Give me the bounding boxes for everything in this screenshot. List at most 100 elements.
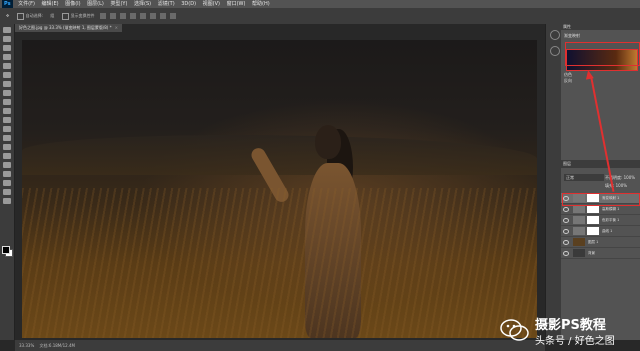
auto-select-target-dropdown[interactable]: 组	[50, 8, 54, 24]
visibility-eye-icon[interactable]	[563, 240, 569, 245]
align-top-icon[interactable]	[99, 13, 106, 19]
crop-tool-icon[interactable]	[3, 63, 11, 69]
visibility-eye-icon[interactable]	[563, 229, 569, 234]
move-tool-icon[interactable]	[3, 27, 11, 33]
clone-stamp-tool-icon[interactable]	[3, 99, 11, 105]
adjustment-thumb-icon	[573, 227, 585, 235]
close-tab-icon[interactable]: ×	[115, 25, 118, 30]
status-bar: 33.33% 文档:6.18M/12.4M	[15, 340, 545, 351]
menu-edit[interactable]: 编辑(E)	[42, 0, 59, 8]
canvas-area	[15, 32, 545, 340]
background-hill	[22, 135, 537, 175]
menu-window[interactable]: 窗口(W)	[227, 0, 246, 8]
align-center-icon[interactable]	[139, 13, 146, 19]
watermark-subtitle: 头条号 / 好色之图	[535, 336, 615, 347]
align-right-icon[interactable]	[149, 13, 156, 19]
align-left-icon[interactable]	[129, 13, 136, 19]
show-transform-option[interactable]: 显示变换控件	[61, 8, 95, 24]
layer-row[interactable]: 曲线 1	[561, 226, 640, 237]
brush-tool-icon[interactable]	[3, 90, 11, 96]
zoom-level[interactable]: 33.33%	[19, 343, 34, 348]
layer-name: 色彩平衡 1	[602, 218, 620, 222]
blend-mode-dropdown[interactable]: 正常	[564, 174, 604, 181]
layer-highlight-box	[562, 193, 640, 206]
layer-thumb	[573, 238, 585, 246]
distribute-icon[interactable]	[159, 13, 166, 19]
layer-row[interactable]: 图层 1	[561, 237, 640, 248]
layer-row[interactable]: 背景	[561, 248, 640, 259]
menu-type[interactable]: 类型(Y)	[110, 0, 127, 8]
foreground-color-swatch[interactable]	[2, 246, 10, 254]
show-transform-label: 显示变换控件	[70, 13, 95, 18]
auto-select-checkbox[interactable]	[16, 12, 24, 20]
wechat-logo-icon	[500, 319, 529, 341]
photoshop-logo: Ps	[2, 0, 13, 8]
zoom-tool-icon[interactable]	[3, 198, 11, 204]
blur-tool-icon[interactable]	[3, 135, 11, 141]
menu-layer[interactable]: 图层(L)	[87, 0, 104, 8]
document-tab-title: 好色之图.jpg @ 33.3% (渐变映射 1, 图层蒙版/8) *	[19, 25, 112, 30]
watermark-title: 摄影PS教程	[535, 318, 606, 333]
menu-help[interactable]: 帮助(H)	[252, 0, 270, 8]
adjustment-thumb-icon	[573, 205, 585, 213]
menu-view[interactable]: 视图(V)	[203, 0, 220, 8]
document-tab[interactable]: 好色之图.jpg @ 33.3% (渐变映射 1, 图层蒙版/8) * ×	[15, 24, 122, 32]
layer-name: 图层 1	[588, 240, 599, 244]
dodge-tool-icon[interactable]	[3, 144, 11, 150]
adjustment-name: 渐变映射	[564, 33, 580, 38]
eyedropper-tool-icon[interactable]	[3, 72, 11, 78]
history-brush-tool-icon[interactable]	[3, 108, 11, 114]
visibility-eye-icon[interactable]	[563, 251, 569, 256]
path-select-tool-icon[interactable]	[3, 171, 11, 177]
hand-tool-icon[interactable]	[3, 189, 11, 195]
visibility-eye-icon[interactable]	[563, 218, 569, 223]
grass-foreground	[22, 188, 537, 338]
menu-image[interactable]: 图像(I)	[65, 0, 80, 8]
type-tool-icon[interactable]	[3, 162, 11, 168]
menu-3d[interactable]: 3D(D)	[181, 0, 196, 8]
layer-row[interactable]: 色彩平衡 1	[561, 215, 640, 226]
align-bottom-icon[interactable]	[119, 13, 126, 19]
figure-head	[315, 125, 341, 159]
right-panels: 属性 渐变映射 仿色 反向 图层 正常 不透明度: 100% 填充: 100% …	[561, 24, 640, 340]
align-middle-icon[interactable]	[109, 13, 116, 19]
show-transform-checkbox[interactable]	[61, 12, 69, 20]
menu-select[interactable]: 选择(S)	[134, 0, 151, 8]
layer-name: 背景	[588, 251, 595, 255]
lasso-tool-icon[interactable]	[3, 45, 11, 51]
document-image[interactable]	[22, 40, 537, 338]
layer-mask-thumb[interactable]	[587, 216, 599, 224]
menu-bar: Ps 文件(F) 编辑(E) 图像(I) 图层(L) 类型(Y) 选择(S) 滤…	[0, 0, 640, 8]
watermark: 摄影PS教程 头条号 / 好色之图	[498, 313, 638, 347]
adjustment-thumb-icon	[573, 216, 585, 224]
quick-select-tool-icon[interactable]	[3, 54, 11, 60]
layers-panel-header[interactable]: 图层	[561, 160, 640, 168]
options-bar: ✥ 自动选择: 组 显示变换控件	[0, 8, 640, 25]
reverse-option[interactable]: 反向	[564, 78, 572, 84]
menu-file[interactable]: 文件(F)	[18, 0, 35, 8]
visibility-eye-icon[interactable]	[563, 207, 569, 212]
eraser-tool-icon[interactable]	[3, 117, 11, 123]
background-layer-thumb	[573, 249, 585, 257]
auto-select-option[interactable]: 自动选择:	[16, 8, 43, 24]
distribute-2-icon[interactable]	[169, 13, 176, 19]
shape-tool-icon[interactable]	[3, 180, 11, 186]
menu-filter[interactable]: 滤镜(T)	[158, 0, 175, 8]
pen-tool-icon[interactable]	[3, 153, 11, 159]
healing-tool-icon[interactable]	[3, 81, 11, 87]
fill-field[interactable]: 填充: 100%	[605, 182, 627, 189]
layer-mask-thumb[interactable]	[587, 227, 599, 235]
adjustments-panel-icon[interactable]	[550, 46, 560, 56]
move-tool-icon[interactable]: ✥	[6, 8, 9, 24]
panel-icon-strip	[545, 24, 562, 340]
marquee-tool-icon[interactable]	[3, 36, 11, 42]
gradient-highlight-box	[565, 42, 640, 66]
layer-name: 曲线 1	[602, 229, 613, 233]
layer-mask-thumb[interactable]	[587, 205, 599, 213]
document-tab-bar: 好色之图.jpg @ 33.3% (渐变映射 1, 图层蒙版/8) * ×	[15, 24, 545, 32]
history-panel-icon[interactable]	[550, 30, 560, 40]
gradient-tool-icon[interactable]	[3, 126, 11, 132]
tools-panel	[0, 24, 15, 340]
document-size: 文档:6.18M/12.4M	[39, 343, 75, 348]
auto-select-label: 自动选择:	[25, 13, 43, 18]
